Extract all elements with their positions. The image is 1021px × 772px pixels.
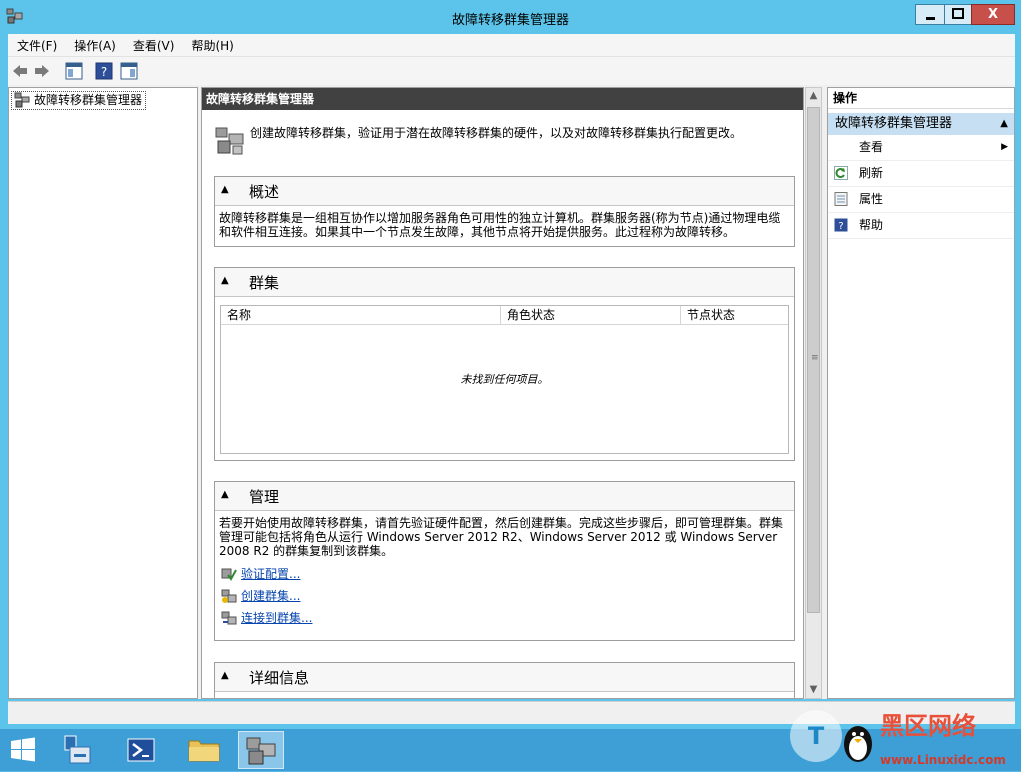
validate-configuration-link[interactable]: 验证配置... xyxy=(219,563,790,585)
column-node-status[interactable]: 节点状态 xyxy=(681,306,788,324)
forward-arrow-icon[interactable] xyxy=(33,62,51,80)
management-title: 管理 xyxy=(249,488,280,506)
action-help-label: 帮助 xyxy=(859,218,884,232)
server-manager-icon xyxy=(64,735,91,764)
collapse-chevron-icon[interactable]: ▲ xyxy=(221,275,229,286)
validate-configuration-label: 验证配置... xyxy=(241,567,301,581)
console-tree-pane: 故障转移群集管理器 xyxy=(8,87,198,699)
collapse-triangle-icon[interactable]: ▲ xyxy=(1000,113,1008,135)
collapse-chevron-icon[interactable]: ▲ xyxy=(221,670,229,681)
folder-icon xyxy=(188,740,220,762)
details-section: ▲ 详细信息 xyxy=(214,662,795,698)
server-manager-taskbar-button[interactable] xyxy=(56,731,98,769)
client-area: 故障转移群集管理器 故障转移群集管理器 创建故障转移群集，验证用于潜在故障转移群… xyxy=(8,85,1015,699)
management-header[interactable]: ▲ 管理 xyxy=(215,482,794,511)
close-button[interactable]: X xyxy=(971,4,1015,25)
action-refresh-label: 刷新 xyxy=(859,166,884,180)
collapse-chevron-icon[interactable]: ▲ xyxy=(221,184,229,195)
column-name[interactable]: 名称 xyxy=(221,306,501,324)
action-help[interactable]: ? 帮助 xyxy=(828,213,1014,239)
results-pane-scrollbar[interactable]: ▲ ≡ ▼ xyxy=(805,87,822,699)
management-text: 若要开始使用故障转移群集，请首先验证硬件配置，然后创建群集。完成这些步骤后，即可… xyxy=(219,516,784,558)
tree-item-failover-cluster-manager[interactable]: 故障转移群集管理器 xyxy=(11,91,147,110)
overview-section: ▲ 概述 故障转移群集是一组相互协作以增加服务器角色可用性的独立计算机。群集服务… xyxy=(214,176,795,247)
scroll-down-arrow-icon[interactable]: ▼ xyxy=(806,682,821,698)
menu-action[interactable]: 操作(A) xyxy=(65,34,124,54)
powershell-icon xyxy=(127,738,155,762)
results-pane: 故障转移群集管理器 创建故障转移群集，验证用于潜在故障转移群集的硬件，以及对故障… xyxy=(201,87,804,699)
action-refresh[interactable]: 刷新 xyxy=(828,161,1014,187)
overview-title: 概述 xyxy=(249,183,280,201)
collapse-chevron-icon[interactable]: ▲ xyxy=(221,489,229,500)
details-header[interactable]: ▲ 详细信息 xyxy=(215,663,794,692)
file-explorer-taskbar-button[interactable] xyxy=(183,731,225,769)
scrollbar-grip-icon: ≡ xyxy=(811,353,819,363)
create-cluster-label: 创建群集... xyxy=(241,589,301,603)
details-title: 详细信息 xyxy=(249,669,310,687)
action-properties[interactable]: 属性 xyxy=(828,187,1014,213)
overview-text: 故障转移群集是一组相互协作以增加服务器角色可用性的独立计算机。群集服务器(称为节… xyxy=(219,211,781,239)
back-arrow-icon[interactable] xyxy=(11,62,29,80)
validate-config-icon xyxy=(221,568,237,581)
connect-to-cluster-link[interactable]: 连接到群集... xyxy=(219,607,790,629)
help-icon: ? xyxy=(834,218,848,232)
action-properties-label: 属性 xyxy=(859,192,884,206)
svg-text:?: ? xyxy=(838,221,843,232)
action-view-label: 查看 xyxy=(859,140,884,154)
properties-icon xyxy=(834,192,848,206)
empty-list-message: 未找到任何项目。 xyxy=(460,373,549,386)
clusters-list[interactable]: 名称 角色状态 节点状态 未找到任何项目。 xyxy=(220,305,789,454)
actions-section-label: 故障转移群集管理器 xyxy=(835,116,953,131)
toolbar: ? xyxy=(8,56,1015,85)
help-icon[interactable]: ? xyxy=(95,62,113,80)
cluster-manager-icon xyxy=(246,737,276,765)
connect-cluster-icon xyxy=(221,611,237,625)
scroll-up-arrow-icon[interactable]: ▲ xyxy=(806,88,821,104)
clusters-title: 群集 xyxy=(249,274,280,292)
action-view[interactable]: 查看 ▶ xyxy=(828,135,1014,161)
windows-logo-icon xyxy=(11,737,35,762)
actions-pane: 操作 故障转移群集管理器 ▲ 查看 ▶ 刷新 属性 ? 帮助 xyxy=(827,87,1015,699)
connect-to-cluster-label: 连接到群集... xyxy=(241,611,313,625)
status-bar xyxy=(8,701,1015,724)
submenu-arrow-icon: ▶ xyxy=(1001,142,1008,152)
clusters-section: ▲ 群集 名称 角色状态 节点状态 未找到任何项目。 xyxy=(214,267,795,461)
intro-text: 创建故障转移群集，验证用于潜在故障转移群集的硬件，以及对故障转移群集执行配置更改… xyxy=(250,126,743,140)
cluster-manager-icon xyxy=(14,92,30,108)
scrollbar-thumb[interactable]: ≡ xyxy=(807,107,820,613)
results-pane-header: 故障转移群集管理器 xyxy=(202,88,803,110)
window-title: 故障转移群集管理器 xyxy=(451,13,569,28)
create-cluster-icon xyxy=(221,589,237,603)
management-section: ▲ 管理 若要开始使用故障转移群集，请首先验证硬件配置，然后创建群集。完成这些步… xyxy=(214,481,795,641)
title-bar[interactable]: 故障转移群集管理器 X xyxy=(0,0,1021,34)
cluster-manager-taskbar-button[interactable] xyxy=(238,731,284,769)
powershell-taskbar-button[interactable] xyxy=(120,731,162,769)
menu-file[interactable]: 文件(F) xyxy=(8,34,65,54)
minimize-button[interactable] xyxy=(915,4,945,25)
cluster-servers-icon xyxy=(215,127,244,155)
menu-help[interactable]: 帮助(H) xyxy=(182,34,241,54)
column-role-status[interactable]: 角色状态 xyxy=(501,306,681,324)
refresh-icon xyxy=(834,166,848,180)
clusters-header[interactable]: ▲ 群集 xyxy=(215,268,794,297)
app-window: 故障转移群集管理器 X 文件(F) 操作(A) 查看(V) 帮助(H) ? 故障转移群… xyxy=(0,0,1021,729)
menu-view[interactable]: 查看(V) xyxy=(124,34,183,54)
show-hide-action-pane-icon[interactable] xyxy=(120,62,138,80)
maximize-button[interactable] xyxy=(944,4,972,25)
maximize-icon xyxy=(952,8,964,19)
actions-pane-title: 操作 xyxy=(828,88,1014,109)
tree-item-label: 故障转移群集管理器 xyxy=(34,93,143,107)
menu-bar: 文件(F) 操作(A) 查看(V) 帮助(H) xyxy=(8,34,1015,56)
overview-header[interactable]: ▲ 概述 xyxy=(215,177,794,206)
show-hide-console-tree-icon[interactable] xyxy=(65,62,83,80)
taskbar xyxy=(0,729,1021,771)
svg-text:?: ? xyxy=(101,65,107,79)
start-button[interactable] xyxy=(2,731,44,769)
create-cluster-link[interactable]: 创建群集... xyxy=(219,585,790,607)
list-column-headers: 名称 角色状态 节点状态 xyxy=(221,306,788,325)
actions-section-header[interactable]: 故障转移群集管理器 ▲ xyxy=(828,113,1014,135)
minimize-icon xyxy=(926,17,935,20)
